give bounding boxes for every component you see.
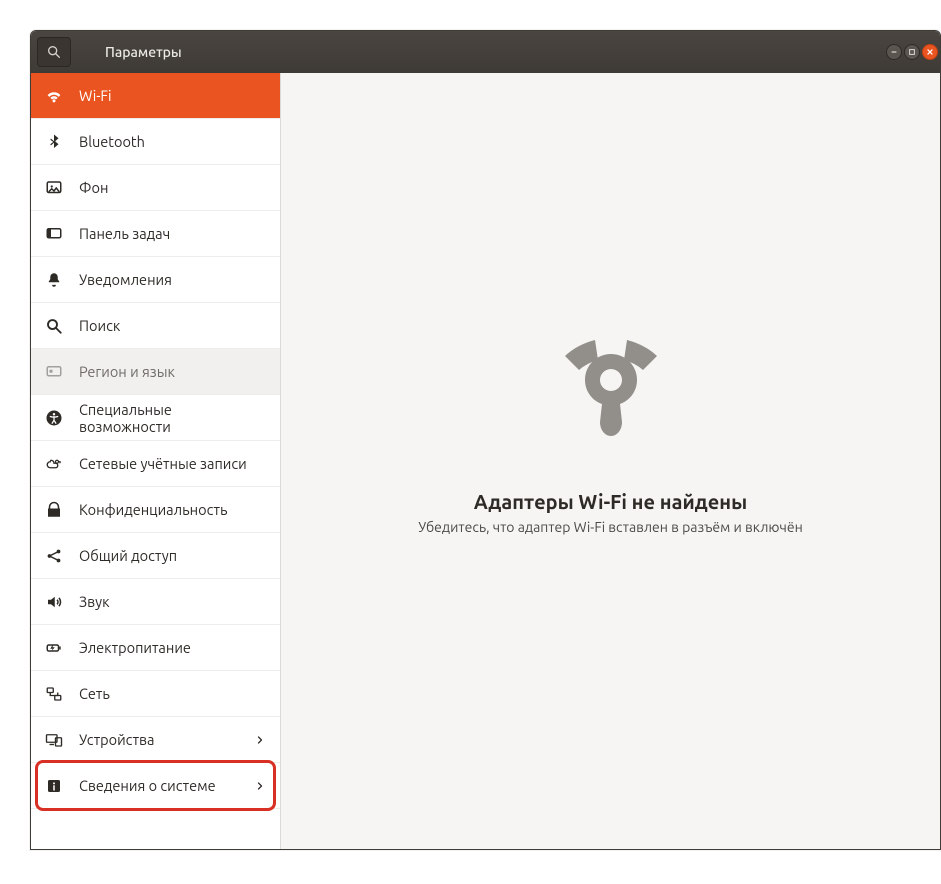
cloud-key-icon	[45, 455, 63, 473]
close-button[interactable]	[922, 44, 938, 60]
window-title: Параметры	[105, 44, 182, 60]
bluetooth-icon	[45, 133, 63, 151]
wifi-icon	[45, 87, 63, 105]
sidebar: Wi-Fi Bluetooth Фон Панель задач	[31, 73, 281, 849]
sidebar-item-label: Wi-Fi	[79, 87, 112, 104]
sidebar-item-online-accounts[interactable]: Сетевые учётные записи	[31, 441, 280, 487]
sidebar-item-sound[interactable]: Звук	[31, 579, 280, 625]
content-area: Адаптеры Wi-Fi не найдены Убедитесь, что…	[281, 73, 940, 849]
sidebar-item-about[interactable]: Сведения о системе	[31, 763, 280, 809]
sound-icon	[45, 593, 63, 611]
privacy-icon	[45, 501, 63, 519]
settings-window: Параметры Wi-Fi	[30, 30, 941, 850]
sidebar-item-label: Панель задач	[79, 225, 170, 242]
sidebar-item-label: Bluetooth	[79, 133, 145, 150]
sidebar-item-privacy[interactable]: Конфиденциальность	[31, 487, 280, 533]
sidebar-item-wifi[interactable]: Wi-Fi	[31, 73, 280, 119]
sidebar-item-label: Сетевые учётные записи	[79, 455, 247, 472]
share-icon	[45, 547, 63, 565]
empty-state-subtitle: Убедитесь, что адаптер Wi-Fi вставлен в …	[418, 519, 803, 535]
sidebar-item-label: Специальные возможности	[79, 401, 266, 435]
accessibility-icon	[45, 409, 63, 427]
close-icon	[926, 48, 934, 56]
sidebar-item-label: Регион и язык	[79, 363, 175, 380]
sidebar-item-search[interactable]: Поиск	[31, 303, 280, 349]
sidebar-item-label: Конфиденциальность	[79, 501, 227, 518]
chevron-right-icon	[254, 780, 266, 792]
sidebar-item-devices[interactable]: Устройства	[31, 717, 280, 763]
sidebar-item-label: Электропитание	[79, 639, 191, 656]
sidebar-item-bluetooth[interactable]: Bluetooth	[31, 119, 280, 165]
maximize-icon	[908, 48, 916, 56]
sidebar-item-network[interactable]: Сеть	[31, 671, 280, 717]
sidebar-item-label: Устройства	[79, 731, 155, 748]
sidebar-item-label: Поиск	[79, 317, 120, 334]
devices-icon	[45, 731, 63, 749]
sidebar-item-region[interactable]: Регион и язык	[31, 349, 280, 395]
sidebar-item-power[interactable]: Электропитание	[31, 625, 280, 671]
sidebar-item-label: Фон	[79, 179, 108, 196]
search-small-icon	[45, 317, 63, 335]
search-button[interactable]	[37, 37, 71, 67]
sidebar-item-label: Сведения о системе	[79, 777, 216, 794]
titlebar: Параметры	[31, 31, 940, 73]
info-icon	[45, 777, 63, 795]
no-adapter-icon	[531, 308, 691, 468]
minimize-button[interactable]	[886, 44, 902, 60]
background-icon	[45, 179, 63, 197]
sidebar-item-label: Уведомления	[79, 271, 172, 288]
network-icon	[45, 685, 63, 703]
sidebar-item-background[interactable]: Фон	[31, 165, 280, 211]
search-icon	[46, 44, 62, 60]
region-icon	[45, 363, 63, 381]
power-icon	[45, 639, 63, 657]
sidebar-item-label: Общий доступ	[79, 547, 177, 564]
sidebar-item-dock[interactable]: Панель задач	[31, 211, 280, 257]
sidebar-item-accessibility[interactable]: Специальные возможности	[31, 395, 280, 441]
chevron-right-icon	[254, 734, 266, 746]
dock-icon	[45, 225, 63, 243]
window-body: Wi-Fi Bluetooth Фон Панель задач	[31, 73, 940, 849]
minimize-icon	[890, 48, 898, 56]
sidebar-item-label: Сеть	[79, 685, 110, 702]
empty-state-title: Адаптеры Wi-Fi не найдены	[474, 490, 747, 513]
bell-icon	[45, 271, 63, 289]
sidebar-item-notifications[interactable]: Уведомления	[31, 257, 280, 303]
sidebar-item-sharing[interactable]: Общий доступ	[31, 533, 280, 579]
maximize-button[interactable]	[904, 44, 920, 60]
window-controls	[886, 44, 940, 60]
sidebar-item-label: Звук	[79, 593, 110, 610]
